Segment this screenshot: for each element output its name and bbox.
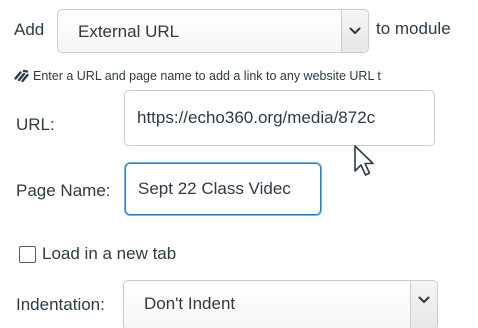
to-module-label: to module bbox=[376, 19, 451, 38]
item-type-select[interactable]: External URL bbox=[57, 9, 369, 53]
url-label: URL: bbox=[16, 115, 55, 134]
mouse-pointer-icon bbox=[354, 145, 374, 176]
indentation-select[interactable]: Don't Indent bbox=[123, 280, 438, 328]
indentation-label: Indentation: bbox=[16, 295, 105, 314]
page-name-input-value: Sept 22 Class Videc bbox=[138, 179, 291, 198]
url-input[interactable]: https://echo360.org/media/872c bbox=[124, 90, 435, 146]
add-item-dialog: Add External URL to module Enter a URL a… bbox=[0, 0, 478, 328]
hint-text: Enter a URL and page name to add a link … bbox=[33, 69, 381, 83]
chevron-down-icon bbox=[418, 296, 430, 303]
indentation-select-value: Don't Indent bbox=[144, 294, 236, 313]
item-type-select-value: External URL bbox=[78, 22, 180, 41]
chevron-down-icon bbox=[349, 27, 361, 34]
page-name-label: Page Name: bbox=[16, 181, 111, 200]
indentation-select-toggle[interactable] bbox=[410, 281, 437, 328]
page-name-input[interactable]: Sept 22 Class Videc bbox=[125, 163, 321, 215]
new-tab-label[interactable]: Load in a new tab bbox=[42, 244, 176, 264]
new-tab-checkbox[interactable] bbox=[19, 246, 36, 263]
add-label: Add bbox=[14, 20, 45, 39]
url-input-value: https://echo360.org/media/872c bbox=[137, 108, 376, 127]
link-icon bbox=[14, 69, 29, 83]
item-type-select-toggle[interactable] bbox=[341, 10, 368, 52]
